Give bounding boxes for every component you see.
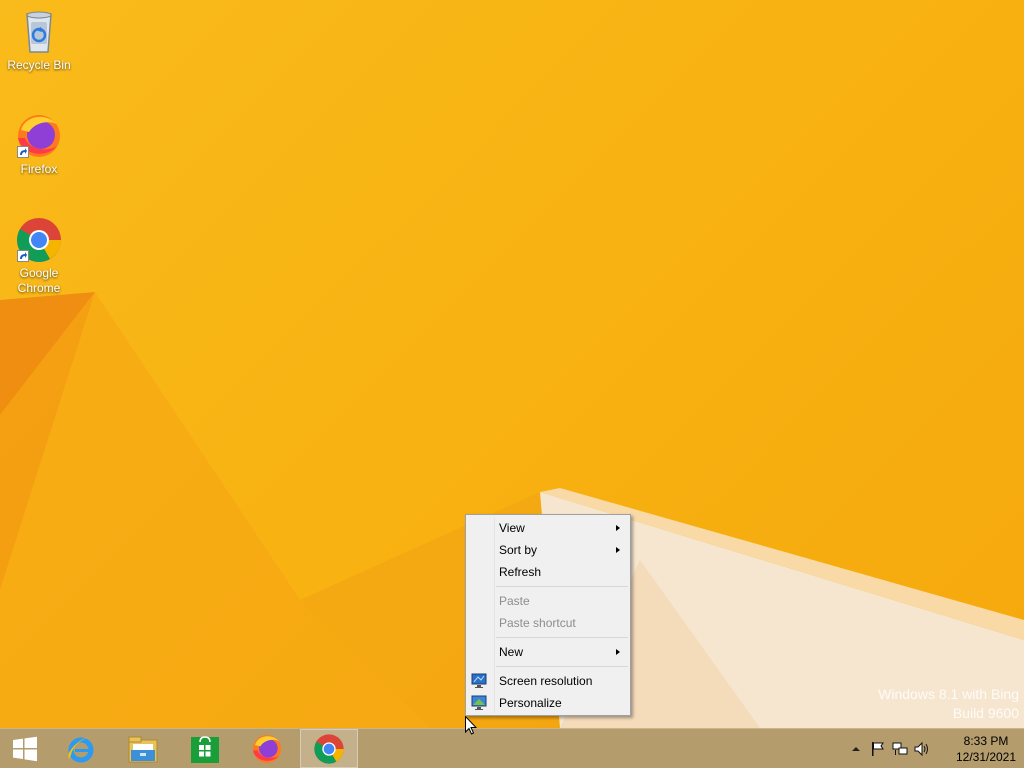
desktop-icon-google-chrome[interactable]: Google Chrome [1,216,77,296]
submenu-arrow-icon [616,525,620,531]
system-tray: 8:33 PM 12/31/2021 [844,729,1024,768]
menu-item-new[interactable]: New [466,641,630,663]
network-icon[interactable] [892,741,908,757]
mouse-cursor-icon [465,716,477,735]
store-icon [191,735,219,763]
menu-item-sort-by[interactable]: Sort by [466,539,630,561]
screen-resolution-icon [471,673,487,689]
watermark-build: Build 9600 [952,705,1019,721]
volume-icon[interactable] [914,741,930,757]
firefox-icon [15,112,63,160]
shortcut-arrow-icon [17,146,29,158]
menu-item-personalize[interactable]: Personalize [466,692,630,714]
show-hidden-icons-chevron[interactable] [848,741,864,757]
menu-item-label: New [499,645,524,659]
taskbar-store[interactable] [176,729,234,768]
menu-item-label: Refresh [499,565,542,579]
taskbar-file-explorer[interactable] [114,729,172,768]
menu-item-paste-shortcut[interactable]: Paste shortcut [466,612,630,634]
submenu-arrow-icon [616,547,620,553]
menu-item-label: Paste [499,594,530,608]
desktop-icon-label: Recycle Bin [7,58,71,72]
internet-explorer-icon [68,736,94,762]
desktop-icon-recycle-bin[interactable]: Recycle Bin [1,8,77,73]
taskbar-firefox[interactable] [238,729,296,768]
desktop-icon-label: Firefox [20,162,58,176]
menu-separator [496,586,628,587]
menu-item-label: Personalize [499,696,562,710]
desktop-context-menu: View Sort by Refresh Paste Paste shortcu… [465,514,631,716]
menu-item-label: Paste shortcut [499,616,576,630]
menu-item-label: View [499,521,525,535]
windows-watermark: Windows 8.1 with Bing Build 9600 [878,685,1019,723]
menu-item-label: Screen resolution [499,674,593,688]
submenu-arrow-icon [616,649,620,655]
file-explorer-icon [128,736,158,762]
shortcut-arrow-icon [17,250,29,262]
taskbar: 8:33 PM 12/31/2021 [0,728,1024,768]
taskbar-google-chrome[interactable] [300,729,358,768]
menu-item-label: Sort by [499,543,538,557]
firefox-icon [253,734,281,763]
menu-separator [496,637,628,638]
menu-item-refresh[interactable]: Refresh [466,561,630,583]
taskbar-clock[interactable]: 8:33 PM 12/31/2021 [950,733,1022,765]
personalize-icon [471,695,487,711]
desktop[interactable]: Recycle Bin Firefox Google Chrome Window… [0,0,1024,728]
taskbar-internet-explorer[interactable] [52,729,110,768]
desktop-icon-label: Google Chrome [17,266,61,295]
recycle-bin-icon [15,8,63,56]
menu-item-screen-resolution[interactable]: Screen resolution [466,670,630,692]
menu-separator [496,666,628,667]
watermark-edition: Windows 8.1 with Bing [878,686,1019,702]
menu-item-view[interactable]: View [466,517,630,539]
chrome-icon [15,216,63,264]
clock-time: 8:33 PM [963,734,1009,748]
windows-start-icon [13,736,37,761]
start-button[interactable] [0,729,50,768]
chrome-icon [314,733,344,764]
menu-item-paste[interactable]: Paste [466,590,630,612]
clock-date: 12/31/2021 [955,750,1017,764]
desktop-icon-firefox[interactable]: Firefox [1,112,77,177]
action-center-flag-icon[interactable] [870,741,886,757]
